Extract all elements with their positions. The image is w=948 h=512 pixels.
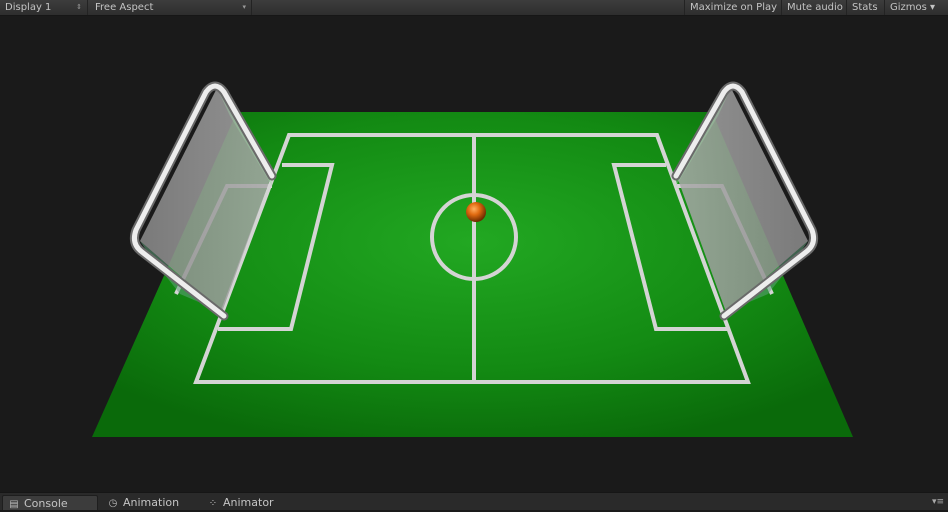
- aspect-dropdown-arrow-icon: ▾: [242, 3, 246, 11]
- gizmos-dropdown[interactable]: Gizmos ▾: [884, 0, 948, 15]
- tab-animator[interactable]: ⁘ Animator: [202, 495, 298, 510]
- tab-animation-label: Animation: [123, 496, 180, 509]
- soccer-ball: [466, 202, 486, 222]
- maximize-on-play-label: Maximize on Play: [690, 2, 778, 13]
- tab-animator-label: Animator: [223, 496, 274, 509]
- maximize-on-play-toggle[interactable]: Maximize on Play: [684, 0, 781, 15]
- soccer-scene: [92, 81, 853, 437]
- tab-console[interactable]: ▤ Console: [2, 495, 98, 510]
- mute-audio-label: Mute audio: [787, 2, 843, 13]
- gizmos-label: Gizmos: [890, 2, 927, 13]
- display-dropdown[interactable]: Display 1 ⇕: [0, 0, 88, 15]
- tab-console-label: Console: [24, 497, 68, 510]
- display-label: Display 1: [5, 2, 52, 13]
- stats-toggle[interactable]: Stats: [846, 0, 884, 15]
- aspect-label: Free Aspect: [95, 2, 154, 13]
- stats-label: Stats: [852, 2, 878, 13]
- tab-animation[interactable]: ◷ Animation: [102, 495, 198, 510]
- mute-audio-toggle[interactable]: Mute audio: [781, 0, 846, 15]
- game-viewport[interactable]: [0, 16, 948, 491]
- gizmos-dropdown-arrow-icon: ▾: [930, 2, 936, 13]
- bottom-tab-bar: ▤ Console ◷ Animation ⁘ Animator ▾≡: [0, 492, 948, 510]
- display-dropdown-arrow-icon: ⇕: [76, 3, 82, 11]
- console-icon: ▤: [9, 499, 19, 510]
- aspect-dropdown[interactable]: Free Aspect ▾: [90, 0, 252, 15]
- tab-menu-icon[interactable]: ▾≡: [932, 497, 944, 507]
- game-view-toolbar: Display 1 ⇕ Free Aspect ▾ Maximize on Pl…: [0, 0, 948, 16]
